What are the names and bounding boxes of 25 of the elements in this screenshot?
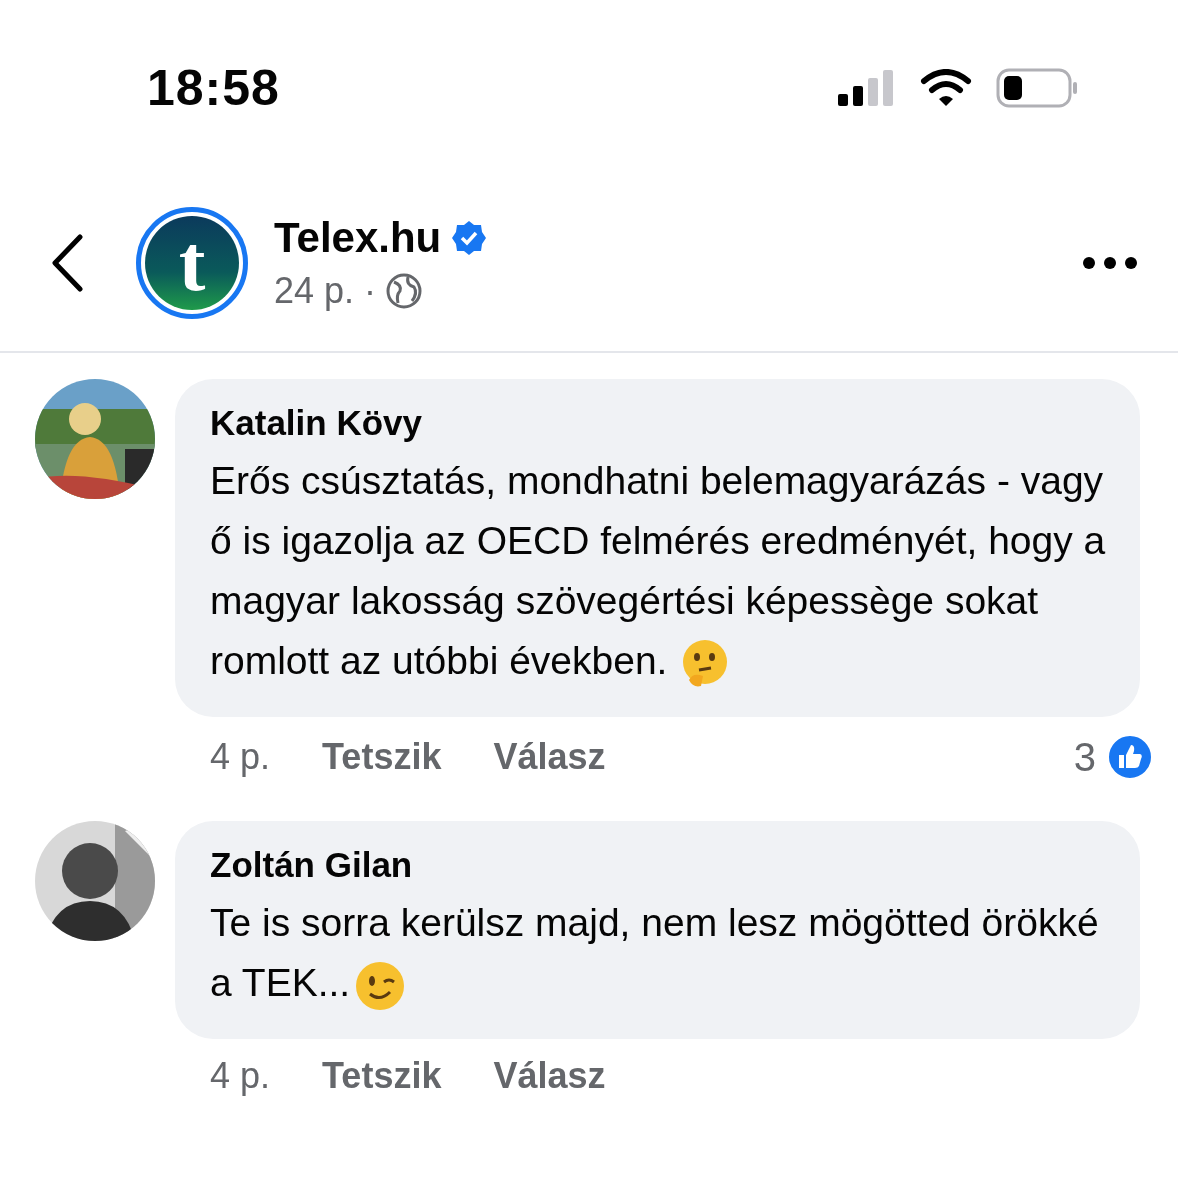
comment-author[interactable]: Zoltán Gilan bbox=[210, 845, 1110, 885]
back-chevron-icon[interactable] bbox=[50, 234, 84, 292]
battery-icon bbox=[996, 67, 1078, 108]
comment-time: 4 p. bbox=[210, 736, 271, 778]
like-reaction-icon[interactable] bbox=[1106, 733, 1154, 781]
comment-time: 4 p. bbox=[210, 1055, 271, 1097]
like-button[interactable]: Tetszik bbox=[322, 1055, 442, 1097]
post-time: 24 p. bbox=[274, 270, 355, 312]
clock-time: 18:58 bbox=[147, 58, 280, 117]
reaction-count: 3 bbox=[1073, 734, 1096, 780]
globe-icon bbox=[386, 273, 423, 309]
page-name[interactable]: Telex.hu bbox=[274, 214, 442, 262]
winking-emoji-icon bbox=[354, 959, 407, 1012]
reply-button[interactable]: Válasz bbox=[493, 736, 606, 778]
logo-letter: t bbox=[178, 223, 206, 303]
signal-icon bbox=[838, 69, 896, 106]
reply-button[interactable]: Válasz bbox=[493, 1055, 606, 1097]
like-button[interactable]: Tetszik bbox=[322, 736, 442, 778]
separator-dot: · bbox=[364, 270, 377, 312]
page-logo[interactable]: t bbox=[136, 207, 248, 319]
comment-text: Te is sorra kerülsz majd, nem lesz mögötted örökké a TEK... bbox=[210, 893, 1110, 1013]
more-options-icon[interactable] bbox=[1082, 256, 1138, 270]
comment-author[interactable]: Katalin Kövy bbox=[210, 403, 1110, 443]
comment-text: Erős csúsztatás, mondhatni belemagyarázás - vagy ő is igazolja az OECD felmérés eredményét, hogy a magyar lakosság szövegértési képessège sokat romlott az utóbbi években. bbox=[210, 451, 1110, 691]
wifi-icon bbox=[920, 68, 972, 107]
